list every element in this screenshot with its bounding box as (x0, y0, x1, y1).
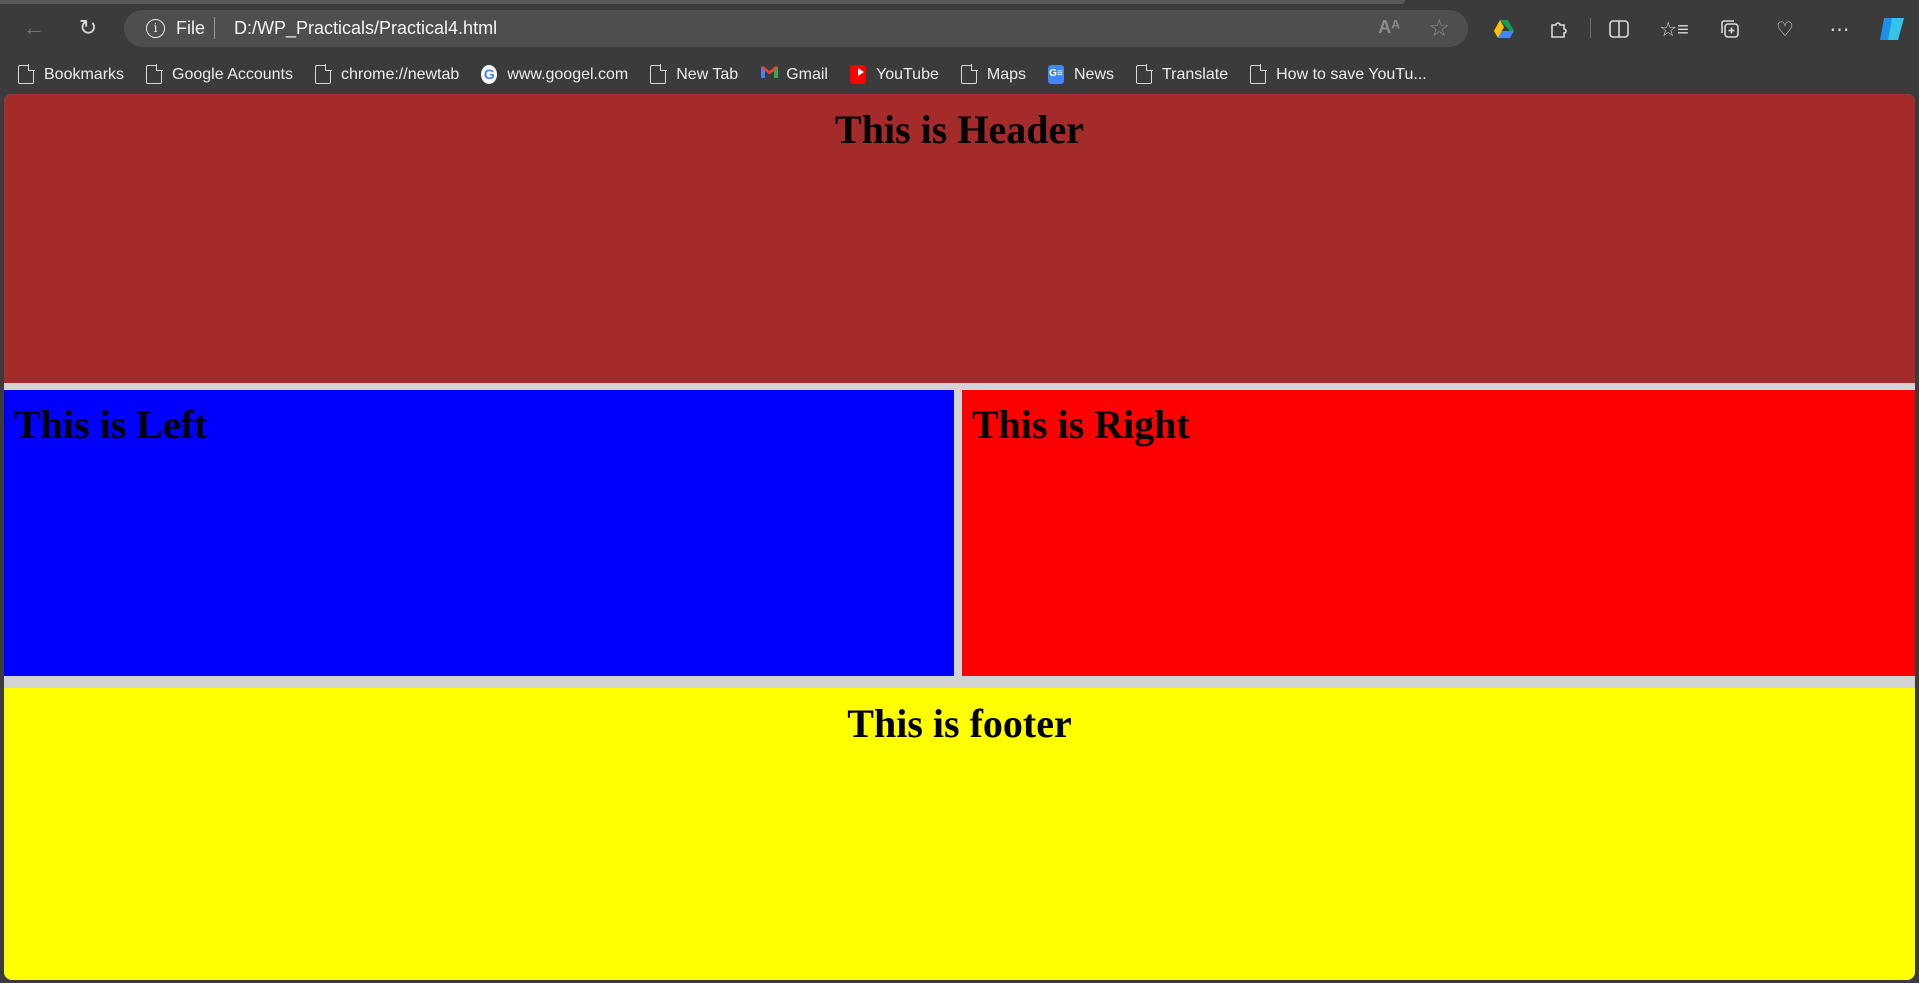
bookmark-label: New Tab (676, 65, 739, 83)
bookmark-label: Bookmarks (44, 65, 125, 83)
bookmark-label: YouTube (875, 65, 939, 83)
google-drive-icon[interactable] (1489, 14, 1519, 44)
address-separator (214, 17, 215, 39)
gmail-icon (760, 65, 779, 84)
bookmark-label: Maps (986, 65, 1026, 83)
bookmark-label: Google Accounts (172, 65, 293, 83)
bookmark-chrome-newtab[interactable]: chrome://newtab (315, 64, 460, 84)
collections-icon[interactable] (1715, 14, 1745, 44)
bookmark-label: Translate (1162, 65, 1229, 83)
header-heading: This is Header (835, 107, 1084, 152)
favorite-star-icon[interactable]: ☆ (1428, 14, 1450, 43)
read-aloud-icon[interactable]: Aᴬ (1378, 17, 1400, 38)
toolbar-divider (1590, 18, 1591, 38)
split-screen-icon[interactable] (1604, 14, 1634, 44)
favorites-icon[interactable]: ☆≡ (1659, 14, 1689, 44)
address-scheme-label: File (176, 18, 206, 38)
bookmark-youtube[interactable]: YouTube (849, 65, 939, 84)
bookmark-googel[interactable]: G www.googel.com (481, 65, 628, 84)
bookmark-how-to-save-youtube[interactable]: How to save YouTu... (1250, 64, 1427, 84)
left-section: This is Left (4, 390, 954, 676)
google-icon: G (481, 65, 498, 84)
info-icon[interactable]: i (146, 19, 165, 38)
document-icon (650, 64, 668, 84)
right-heading: This is Right (972, 402, 1190, 447)
bookmark-translate[interactable]: Translate (1136, 64, 1229, 84)
bookmark-label: Gmail (786, 65, 828, 83)
bookmark-maps[interactable]: Maps (960, 64, 1026, 84)
page-viewport: This is Header This is Left This is Righ… (4, 94, 1915, 980)
document-icon (18, 64, 35, 84)
more-icon[interactable]: ⋯ (1825, 14, 1855, 44)
bookmark-label: News (1073, 65, 1114, 83)
back-icon: ← (23, 15, 45, 40)
address-bar[interactable]: i File D:/WP_Practicals/Practical4.html … (124, 10, 1468, 47)
bookmark-gmail[interactable]: Gmail (760, 65, 828, 84)
copilot-icon[interactable] (1877, 14, 1907, 44)
bookmark-news[interactable]: G≡ News (1047, 65, 1114, 84)
header-section: This is Header (4, 94, 1915, 383)
youtube-icon (849, 65, 866, 84)
document-icon (960, 64, 978, 84)
document-icon (146, 64, 164, 84)
bookmark-label: chrome://newtab (341, 65, 460, 83)
reload-icon: ↻ (78, 15, 98, 40)
reload-button[interactable]: ↻ (70, 12, 106, 44)
news-icon: G≡ (1047, 65, 1064, 84)
footer-heading: This is footer (847, 701, 1072, 746)
footer-section: This is footer (4, 688, 1915, 980)
browser-toolbar: ← ↻ i File D:/WP_Practicals/Practical4.h… (0, 0, 1919, 56)
tab-strip (0, 0, 1405, 4)
right-section: This is Right (962, 390, 1915, 676)
bookmark-google-accounts[interactable]: Google Accounts (146, 64, 293, 84)
document-icon (315, 64, 332, 84)
document-icon (1136, 64, 1153, 84)
back-button[interactable]: ← (16, 12, 52, 44)
bookmark-new-tab[interactable]: New Tab (650, 64, 739, 84)
left-heading: This is Left (14, 402, 208, 447)
address-url[interactable]: D:/WP_Practicals/Practical4.html (234, 18, 497, 39)
bookmarks-bar: Bookmarks Google Accounts chrome://newta… (0, 56, 1919, 93)
bookmark-bookmarks[interactable]: Bookmarks (18, 64, 125, 84)
extensions-icon[interactable] (1544, 14, 1574, 44)
document-icon (1250, 64, 1268, 84)
bookmark-label: www.googel.com (507, 65, 629, 83)
browser-essentials-icon[interactable]: ♡ (1770, 14, 1800, 44)
bookmark-label: How to save YouTu... (1276, 65, 1427, 83)
